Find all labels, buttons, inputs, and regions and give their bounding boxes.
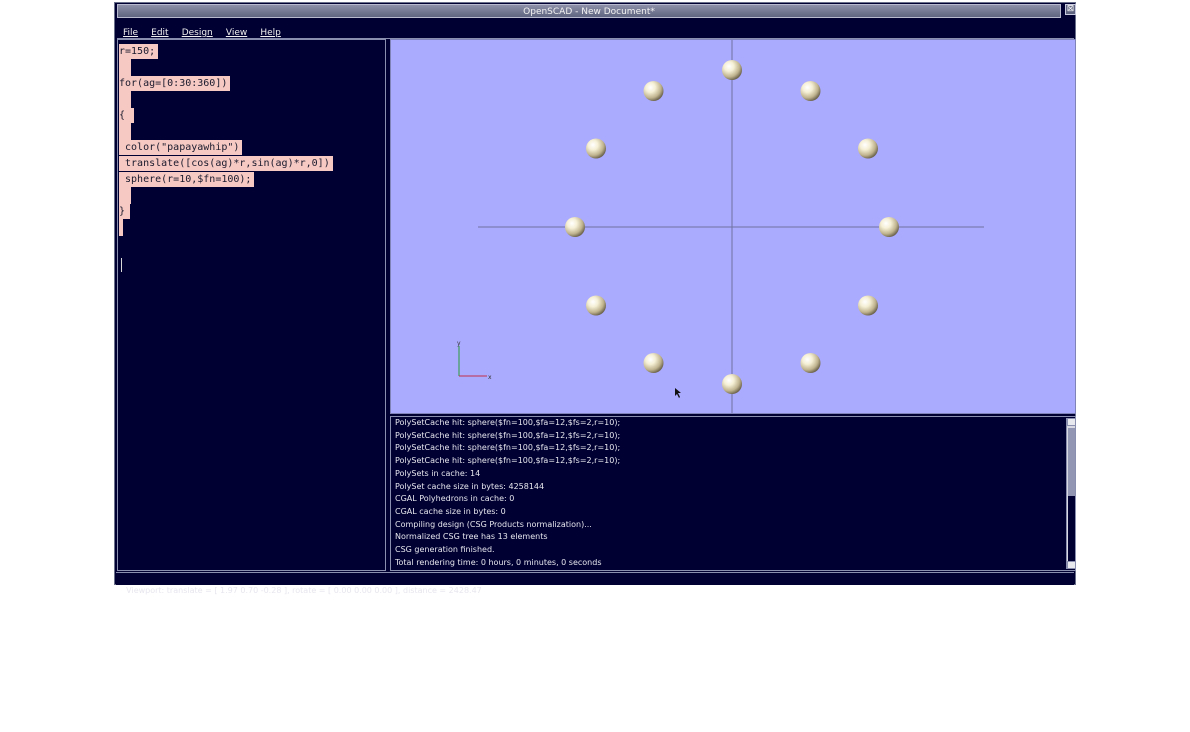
sphere [722, 60, 742, 80]
console-line: CSG generation finished. [395, 545, 495, 554]
axis-label-y: y [457, 340, 461, 347]
code-line[interactable]: for(ag=[0:30:360]) [119, 76, 231, 91]
code-line[interactable]: translate([cos(ag)*r,sin(ag)*r,0]) [119, 156, 333, 171]
console-line: CGAL cache size in bytes: 0 [395, 506, 506, 516]
console-line: PolySet cache size in bytes: 4258144 [395, 481, 545, 491]
sphere [643, 81, 664, 101]
axes-indicator-icon: x y [457, 340, 492, 381]
sphere [879, 217, 899, 237]
code-line[interactable]: { [119, 108, 134, 123]
menu-bar: File Edit Design View Help [117, 20, 1074, 39]
scroll-up-arrow[interactable] [1067, 418, 1075, 426]
console-output[interactable]: PolySetCache hit: sphere($fn=100,$fa=12,… [390, 416, 1076, 571]
console-line: CGAL Polyhedrons in cache: 0 [395, 494, 515, 504]
sphere [858, 295, 878, 316]
close-icon[interactable]: ⊠ [1065, 4, 1076, 15]
viewport-status-text: Viewport: translate = [ 1.97 0.70 -0.28 … [126, 586, 482, 595]
mouse-cursor-icon [675, 388, 681, 398]
console-line: Total rendering time: 0 hours, 0 minutes… [395, 557, 602, 567]
console-line: Compiling design (CSG Products normaliza… [395, 519, 592, 529]
code-line[interactable]: } [119, 204, 130, 219]
code-line[interactable]: color("papayawhip") [119, 140, 243, 155]
console-line: PolySetCache hit: sphere($fn=100,$fa=12,… [395, 418, 621, 427]
selection-blank-line [119, 59, 131, 76]
sphere [858, 138, 878, 159]
selection-blank-line [119, 91, 131, 108]
sphere [722, 374, 742, 394]
sphere [800, 353, 821, 373]
console-line: PolySets in cache: 14 [395, 468, 481, 478]
code-line[interactable]: sphere(r=10,$fn=100); [119, 172, 255, 187]
viewport-canvas: x y [457, 40, 984, 413]
status-bar: Viewport: translate = [ 1.97 0.70 -0.28 … [116, 572, 1074, 595]
console-line: PolySetCache hit: sphere($fn=100,$fa=12,… [395, 430, 621, 440]
selection-blank-line [119, 219, 123, 236]
console-line: Normalized CSG tree has 13 elements [395, 532, 548, 542]
sphere [800, 81, 821, 101]
openscad-window: OpenSCAD - New Document* ⊠ File Edit Des… [114, 2, 1076, 595]
console-line: PolySetCache hit: sphere($fn=100,$fa=12,… [395, 456, 621, 466]
sphere [586, 295, 606, 316]
selection-blank-line [119, 187, 131, 204]
axis-label-x: x [488, 374, 492, 381]
scrollbar-thumb[interactable] [1068, 496, 1075, 561]
window-title-bar[interactable]: OpenSCAD - New Document* [117, 4, 1061, 18]
scrollbar-track-upper[interactable] [1068, 428, 1075, 496]
console-scrollbar[interactable] [1066, 418, 1075, 569]
3d-viewport[interactable]: x y [390, 39, 1076, 414]
console-line: PolySetCache hit: sphere($fn=100,$fa=12,… [395, 443, 621, 453]
text-caret [121, 258, 122, 272]
window-title: OpenSCAD - New Document* [523, 7, 655, 17]
selection-blank-line [119, 123, 131, 140]
scroll-down-arrow[interactable] [1067, 561, 1075, 569]
sphere [565, 217, 585, 237]
code-editor[interactable]: r=150; for(ag=[0:30:360]) { color("papay… [117, 39, 386, 571]
sphere [586, 138, 606, 159]
sphere [643, 353, 664, 373]
code-line[interactable]: r=150; [119, 44, 159, 59]
